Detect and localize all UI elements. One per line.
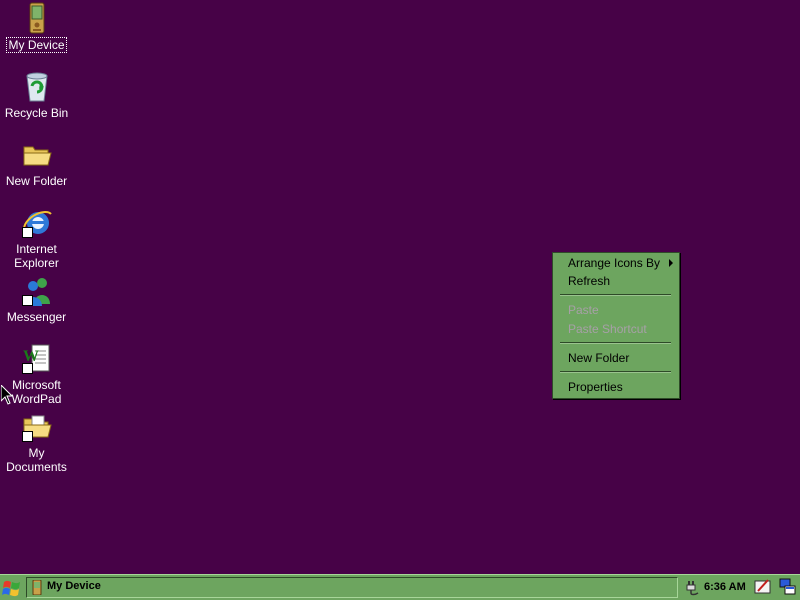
taskbar: My Device 6:36 AM [0, 574, 800, 600]
desktop-icon-my-documents[interactable]: My Documents [0, 410, 73, 474]
shortcut-arrow-icon [21, 431, 33, 442]
desktop-icon-internet-explorer[interactable]: Internet Explorer [0, 206, 73, 270]
desktop-icon-recycle-bin[interactable]: Recycle Bin [0, 70, 73, 120]
start-button[interactable] [2, 578, 22, 598]
desktop-icon-my-device[interactable]: My Device [0, 2, 73, 53]
menu-item-refresh[interactable]: Refresh [553, 272, 679, 290]
shortcut-arrow-icon [21, 295, 33, 306]
menu-item-label: Arrange Icons By [568, 256, 661, 270]
menu-separator [560, 371, 671, 373]
desktop-icon-label: Messenger [6, 310, 67, 324]
messenger-icon [20, 274, 54, 308]
menu-item-arrange-icons-by[interactable]: Arrange Icons By [553, 254, 679, 272]
desktop-icon-label: My Documents [6, 446, 67, 474]
pen-input-icon[interactable] [754, 578, 772, 599]
windows-flag-icon [2, 580, 20, 597]
mouse-cursor-icon [0, 383, 14, 408]
desktop-switch-icon[interactable] [779, 578, 797, 599]
taskbar-button-my-device[interactable]: My Device [26, 577, 678, 598]
desktop-icon-label: New Folder [5, 174, 68, 188]
menu-item-label: Refresh [568, 274, 611, 288]
desktop-icon-label: Recycle Bin [4, 106, 69, 120]
desktop-icon-label: Internet Explorer [14, 242, 59, 270]
submenu-arrow-icon [669, 259, 673, 267]
wordpad-icon: W [20, 342, 54, 376]
menu-separator [560, 342, 671, 344]
pda-icon [20, 2, 54, 36]
folder-icon [20, 138, 54, 172]
pda-icon [31, 579, 43, 598]
desktop-context-menu: Arrange Icons By Refresh Paste Paste Sho… [552, 252, 680, 399]
menu-item-paste[interactable]: Paste [553, 301, 679, 319]
system-tray: 6:36 AM [682, 577, 798, 598]
menu-item-label: Properties [568, 380, 623, 394]
recycle-bin-icon [20, 70, 54, 104]
shortcut-arrow-icon [21, 227, 33, 238]
clock[interactable]: 6:36 AM [704, 581, 746, 593]
desktop-icon-label: My Device [6, 37, 67, 53]
folder-icon [20, 410, 54, 444]
menu-item-label: Paste Shortcut [568, 322, 647, 336]
menu-item-label: Paste [568, 303, 599, 317]
menu-item-new-folder[interactable]: New Folder [553, 349, 679, 367]
desktop-icon-new-folder[interactable]: New Folder [0, 138, 73, 188]
shortcut-arrow-icon [21, 363, 33, 374]
internet-explorer-icon [20, 206, 54, 240]
menu-item-paste-shortcut[interactable]: Paste Shortcut [553, 320, 679, 338]
connection-plug-icon[interactable] [686, 579, 700, 599]
desktop-icon-messenger[interactable]: Messenger [0, 274, 73, 324]
menu-item-properties[interactable]: Properties [553, 378, 679, 396]
desktop[interactable]: My Device Recycle Bin New Folder Interne… [0, 0, 800, 600]
menu-item-label: New Folder [568, 351, 630, 365]
taskbar-button-label: My Device [47, 580, 101, 592]
menu-separator [560, 294, 671, 296]
